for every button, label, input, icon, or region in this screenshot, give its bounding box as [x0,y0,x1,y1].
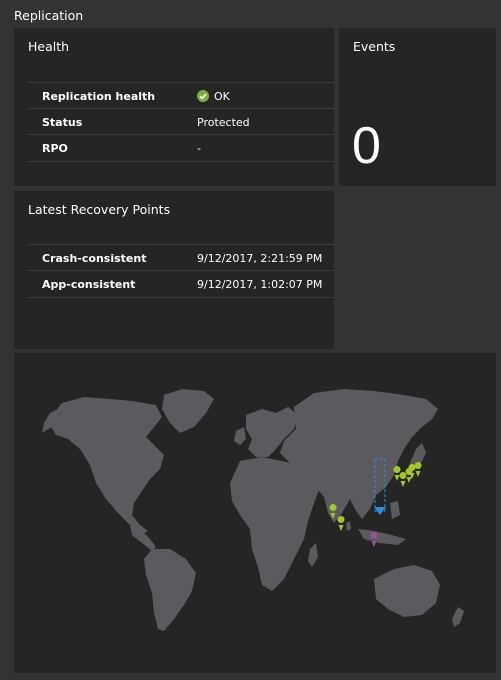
recovery-title: Latest Recovery Points [28,202,171,217]
map-tile[interactable] [14,353,496,673]
rpo-value: - [197,142,201,155]
map-land [42,389,464,631]
land-philippines [390,501,400,519]
crash-consistent-value: 9/12/2017, 2:21:59 PM [197,252,323,265]
health-row-replication: Replication health OK [28,82,334,109]
land-indonesia [358,529,406,545]
events-tile[interactable]: Events 0 [339,28,496,186]
land-uk [234,427,246,445]
health-tile[interactable]: Health Replication health OK Status Prot… [14,28,334,186]
row-label: App-consistent [42,278,136,291]
land-australia [374,565,440,617]
recovery-row-app: App-consistent 9/12/2017, 1:02:07 PM [28,270,334,298]
pin-india-south [337,516,345,531]
land-south-america [144,549,196,631]
land-madagascar [308,543,318,567]
check-circle-icon [197,90,209,102]
pin-east-asia-1 [393,466,401,481]
health-row-status: Status Protected [28,108,334,135]
app-consistent-value: 9/12/2017, 1:02:07 PM [197,278,323,291]
status-value: Protected [197,116,250,129]
section-title: Replication [14,8,84,23]
events-count: 0 [352,117,381,175]
land-sri-lanka [346,521,351,531]
recovery-row-crash: Crash-consistent 9/12/2017, 2:21:59 PM [28,244,334,271]
health-title: Health [28,39,70,54]
pin-japan-2 [414,462,422,477]
land-greenland [162,389,214,433]
world-map [42,389,464,631]
health-row-rpo: RPO - [28,134,334,162]
land-new-zealand [452,607,464,627]
row-label: RPO [42,142,68,155]
recovery-tile[interactable]: Latest Recovery Points Crash-consistent … [14,191,334,349]
row-label: Crash-consistent [42,252,147,265]
events-title: Events [353,39,396,54]
row-label: Status [42,116,83,129]
replication-health-value: OK [214,90,230,103]
row-label: Replication health [42,90,156,103]
pin-east-asia-2 [399,472,407,487]
